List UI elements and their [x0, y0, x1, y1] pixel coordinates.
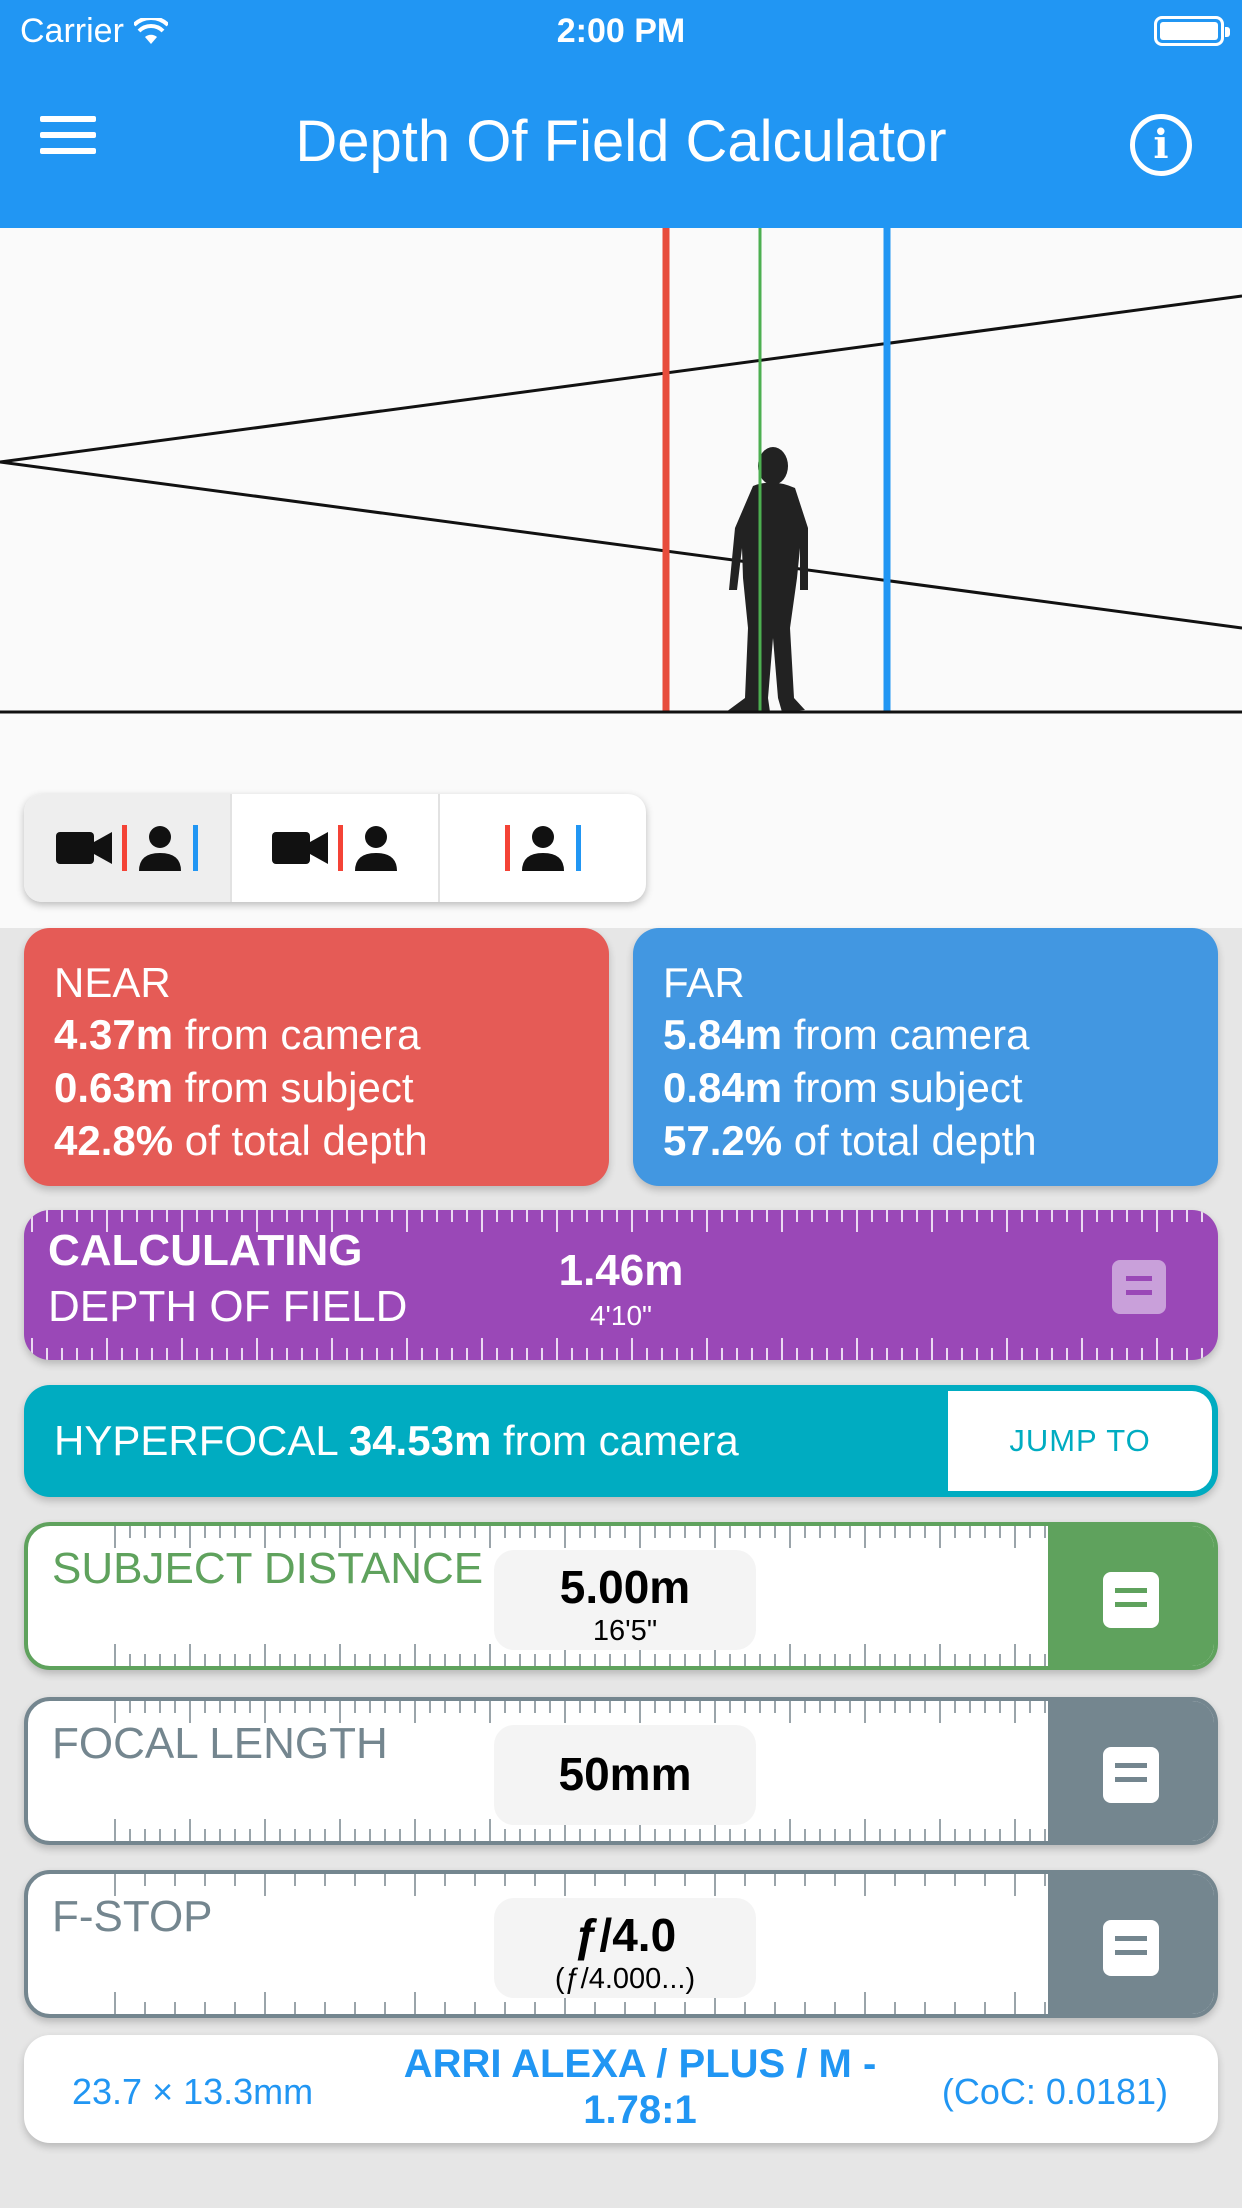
focal-length-slider[interactable]: FOCAL LENGTH 50mm: [24, 1697, 1218, 1845]
subject-distance-value-box: 5.00m 16'5": [494, 1550, 756, 1650]
focal-length-value: 50mm: [558, 1748, 692, 1800]
calculator-icon: [1103, 1920, 1159, 1976]
near-marker: [337, 825, 343, 871]
sensor-coc: (CoC: 0.0181): [941, 2071, 1168, 2112]
near-from-camera: 4.37m from camera: [54, 1011, 421, 1058]
sensor-dimensions: 23.7 × 13.3mm: [72, 2071, 314, 2112]
video-camera-icon: [271, 832, 328, 864]
dof-value: 1.46m: [558, 1246, 684, 1295]
far-depth-share: 57.2% of total depth: [663, 1117, 1037, 1164]
f-stop-input-button[interactable]: [1048, 1874, 1214, 2014]
top-bar: Carrier 2:00 PM Depth Of Field Calculato…: [0, 0, 1242, 228]
status-bar: Carrier 2:00 PM: [0, 0, 1242, 62]
calculator-icon: [1103, 1572, 1159, 1628]
dof-calculator-icon[interactable]: [1112, 1260, 1166, 1314]
video-camera-icon: [56, 832, 112, 864]
ruler-bottom-ticks: [31, 1338, 1218, 1360]
subject-distance-label: SUBJECT DISTANCE: [52, 1544, 484, 1593]
subject-distance-input-button[interactable]: [1048, 1526, 1214, 1666]
hyperfocal-text: HYPERFOCAL 34.53m from camera: [54, 1417, 739, 1464]
focal-length-input-button[interactable]: [1048, 1701, 1214, 1841]
near-marker: [505, 825, 510, 871]
upper-cone-line: [0, 294, 1242, 464]
jump-to-button[interactable]: JUMP TO: [948, 1391, 1212, 1491]
f-stop-slider[interactable]: F-STOP ƒ/4.0 (ƒ/4.000...): [24, 1870, 1218, 2018]
view-mode-near-subject-far[interactable]: [440, 794, 646, 902]
calculator-icon: [1103, 1747, 1159, 1803]
subject-silhouette-icon: [726, 447, 808, 712]
view-mode-camera-subject-far[interactable]: [24, 794, 232, 902]
far-from-camera: 5.84m from camera: [663, 1011, 1030, 1058]
view-mode-camera-subject[interactable]: [232, 794, 440, 902]
sensor-selector[interactable]: 23.7 × 13.3mm ARRI ALEXA / PLUS / M - 1.…: [24, 2035, 1218, 2143]
view-mode-selector: [24, 794, 646, 902]
near-heading: NEAR: [54, 959, 171, 1006]
far-from-subject: 0.84m from subject: [663, 1064, 1023, 1111]
person-icon: [139, 826, 181, 871]
status-time: 2:00 PM: [556, 12, 686, 50]
page-title: Depth Of Field Calculator: [295, 109, 947, 174]
far-heading: FAR: [663, 959, 745, 1006]
subject-distance-value: 5.00m: [559, 1561, 691, 1613]
near-depth-share: 42.8% of total depth: [54, 1117, 428, 1164]
f-stop-label: F-STOP: [52, 1892, 213, 1941]
f-stop-value-box: ƒ/4.0 (ƒ/4.000...): [494, 1898, 756, 1998]
dof-imperial: 4'10": [589, 1300, 652, 1331]
sensor-name: ARRI ALEXA / PLUS / M - 1.78:1: [403, 2042, 877, 2132]
info-icon[interactable]: i: [1130, 114, 1192, 176]
near-marker: [122, 825, 127, 871]
far-marker: [193, 825, 198, 871]
depth-of-field-card[interactable]: CALCULATING DEPTH OF FIELD 1.46m 4'10": [24, 1210, 1218, 1360]
f-stop-precise: (ƒ/4.000...): [554, 1963, 696, 1995]
lower-cone-line: [0, 460, 1242, 630]
hyperfocal-card: HYPERFOCAL 34.53m from camera JUMP TO: [24, 1385, 1218, 1497]
focal-length-label: FOCAL LENGTH: [52, 1719, 388, 1768]
far-card: FAR 5.84m from camera 0.84m from subject…: [633, 928, 1218, 1186]
near-from-subject: 0.63m from subject: [54, 1064, 414, 1111]
far-marker: [576, 825, 581, 871]
f-stop-value: ƒ/4.0: [573, 1909, 677, 1961]
app-bar: Depth Of Field Calculator i: [0, 62, 1242, 228]
person-icon: [354, 826, 397, 871]
near-card: NEAR 4.37m from camera 0.63m from subjec…: [24, 928, 609, 1186]
person-icon: [522, 826, 564, 871]
battery-icon: [1154, 16, 1230, 46]
subject-distance-slider[interactable]: SUBJECT DISTANCE 5.00m 16'5": [24, 1522, 1218, 1670]
focal-length-value-box: 50mm: [494, 1725, 756, 1825]
subject-distance-imperial: 16'5": [592, 1615, 658, 1647]
